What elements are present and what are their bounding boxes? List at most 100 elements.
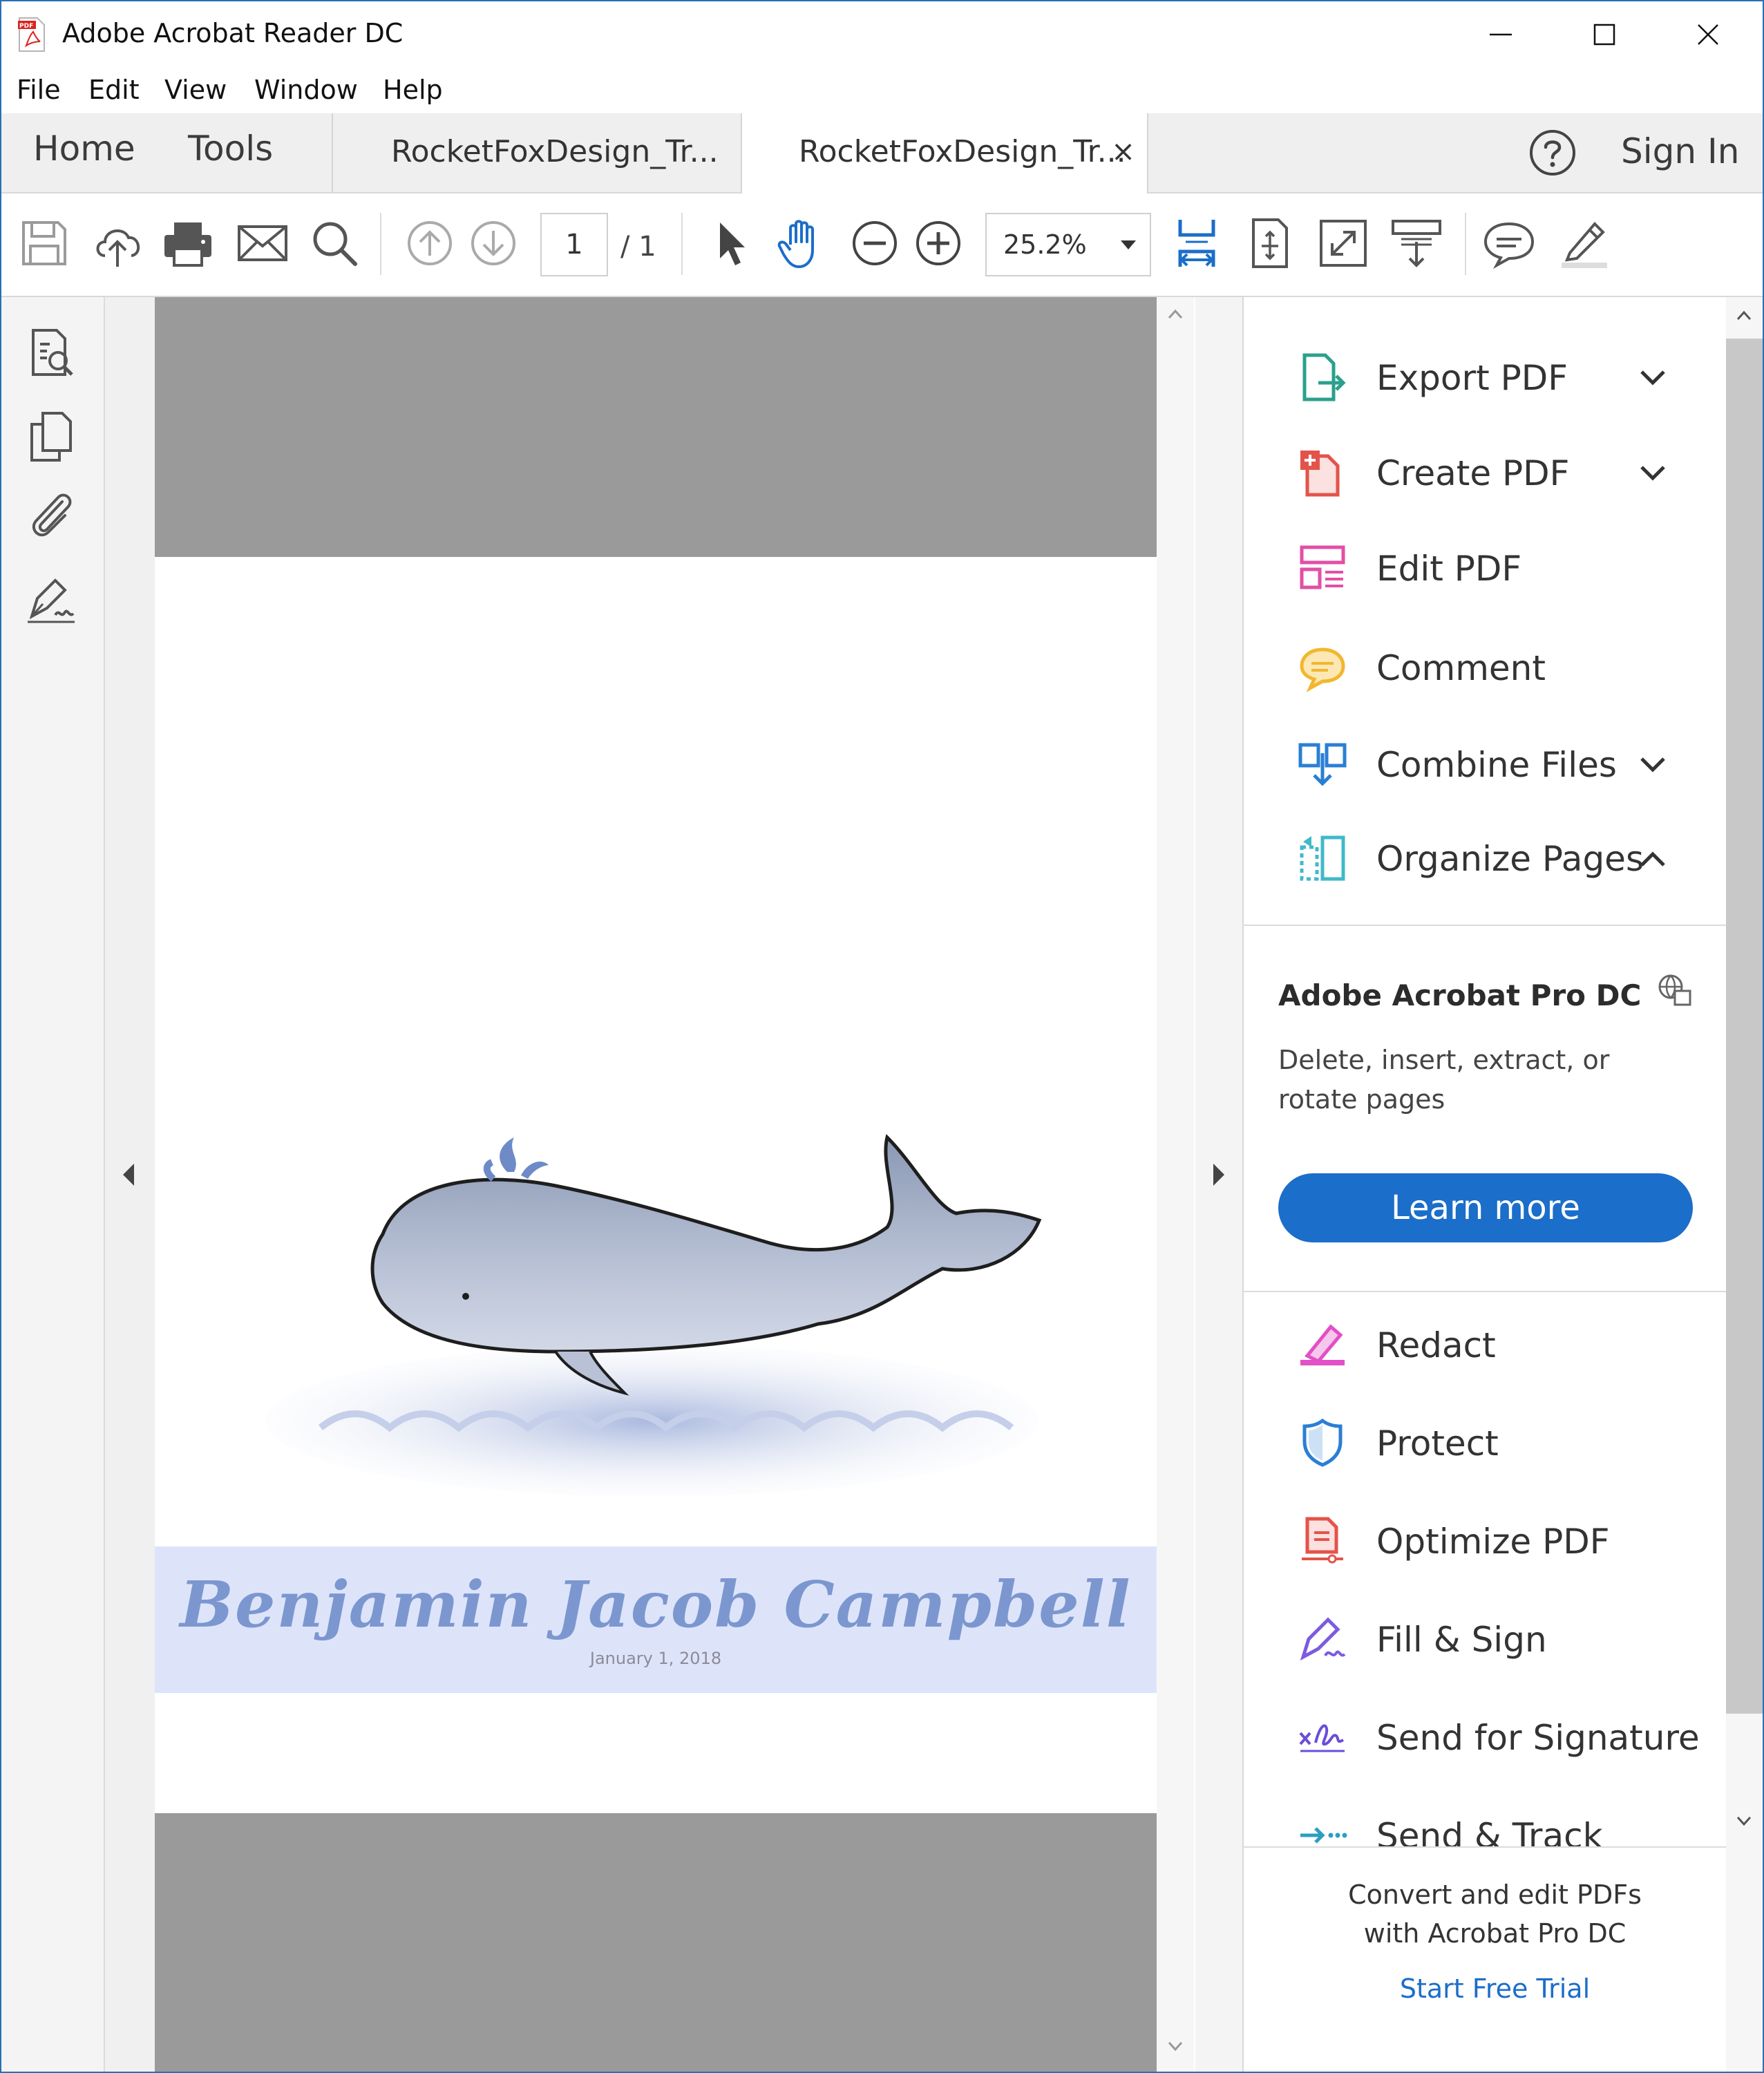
promo-description: Delete, insert, extract, or rotate pages xyxy=(1278,1045,1610,1115)
tool-optimize-pdf[interactable]: Optimize PDF xyxy=(1244,1506,1746,1575)
scroll-down-icon[interactable] xyxy=(1168,2041,1183,2052)
page-thumbnails-button[interactable] xyxy=(22,325,80,383)
chevron-up-icon[interactable] xyxy=(1639,850,1667,868)
tools-pane-scrollbar[interactable] xyxy=(1726,297,1763,2072)
tool-combine-files[interactable]: Combine Files xyxy=(1244,730,1746,799)
tool-label: Protect xyxy=(1376,1423,1499,1464)
zoom-out-button[interactable] xyxy=(846,214,904,272)
optimize-pdf-icon xyxy=(1302,1517,1343,1564)
start-free-trial-link[interactable]: Start Free Trial xyxy=(1244,1973,1746,2004)
divider xyxy=(1244,925,1746,926)
scroll-mode-icon xyxy=(1392,220,1441,267)
select-arrow-icon xyxy=(720,223,745,265)
help-button[interactable] xyxy=(1528,129,1577,177)
document-tab[interactable]: RocketFoxDesign_Tr... xyxy=(332,113,742,192)
scroll-up-icon[interactable] xyxy=(1736,310,1752,321)
menu-help[interactable]: Help xyxy=(383,75,443,105)
signatures-button[interactable] xyxy=(22,571,80,629)
nav-tools[interactable]: Tools xyxy=(188,129,273,169)
next-page-button[interactable] xyxy=(464,214,522,272)
maximize-button[interactable] xyxy=(1556,1,1653,68)
menu-view[interactable]: View xyxy=(164,75,227,105)
hand-tool-button[interactable] xyxy=(774,214,832,272)
question-icon xyxy=(1530,130,1575,176)
scrolling-mode-button[interactable] xyxy=(1387,214,1445,272)
search-icon xyxy=(313,222,357,266)
document-tab-active[interactable]: RocketFoxDesign_Tr... × xyxy=(741,113,1148,193)
scroll-down-icon[interactable] xyxy=(1736,1816,1752,1827)
copy-pages-button[interactable] xyxy=(22,408,80,466)
chevron-down-icon[interactable] xyxy=(1639,464,1667,482)
upgrade-promo: Convert and edit PDFs with Acrobat Pro D… xyxy=(1244,1846,1746,2072)
page-number-input[interactable]: 1 xyxy=(540,213,608,276)
fit-page-button[interactable] xyxy=(1241,214,1299,272)
pdf-page: Benjamin Jacob Campbell January 1, 2018 xyxy=(155,557,1157,1813)
tool-redact[interactable]: Redact xyxy=(1244,1310,1746,1379)
print-icon xyxy=(164,223,211,267)
redact-icon xyxy=(1300,1324,1345,1365)
tool-protect[interactable]: Protect xyxy=(1244,1408,1746,1477)
toolbar: 1 / 1 25.2% xyxy=(1,193,1763,297)
child-name: Benjamin Jacob Campbell xyxy=(180,1567,1132,1642)
collapse-left-pane-icon[interactable] xyxy=(120,1162,137,1187)
tool-edit-pdf[interactable]: Edit PDF xyxy=(1244,533,1746,603)
tool-send-track[interactable]: Send & Track xyxy=(1244,1801,1746,1846)
find-button[interactable] xyxy=(305,214,363,272)
tool-create-pdf[interactable]: Create PDF xyxy=(1244,438,1746,507)
print-button[interactable] xyxy=(159,214,217,272)
globe-icon[interactable] xyxy=(1656,972,1693,1009)
fill-sign-icon xyxy=(1300,1617,1346,1661)
zoom-out-icon xyxy=(853,221,897,265)
document-background-bottom xyxy=(155,1813,1157,2072)
zoom-value: 25.2% xyxy=(1003,229,1087,260)
document-scrollbar[interactable] xyxy=(1157,297,1194,2072)
upgrade-line-1: Convert and edit PDFs xyxy=(1348,1880,1642,1910)
attachments-button[interactable] xyxy=(22,485,80,543)
menu-window[interactable]: Window xyxy=(254,75,358,105)
select-tool-button[interactable] xyxy=(701,214,759,272)
upgrade-line-2: with Acrobat Pro DC xyxy=(1363,1918,1627,1949)
comment-button[interactable] xyxy=(1480,214,1538,272)
name-banner: Benjamin Jacob Campbell January 1, 2018 xyxy=(155,1546,1157,1693)
email-button[interactable] xyxy=(234,214,292,272)
tool-label: Edit PDF xyxy=(1376,549,1522,589)
previous-page-button[interactable] xyxy=(401,214,459,272)
scrollbar-thumb[interactable] xyxy=(1726,339,1763,1714)
page-total: / 1 xyxy=(620,231,656,263)
tab-close-icon[interactable]: × xyxy=(1111,134,1135,168)
fit-width-button[interactable] xyxy=(1168,214,1226,272)
nav-home[interactable]: Home xyxy=(33,129,135,169)
expand-right-pane-icon[interactable] xyxy=(1211,1162,1227,1187)
learn-more-button[interactable]: Learn more xyxy=(1278,1173,1693,1242)
cloud-upload-icon xyxy=(96,229,140,267)
save-button[interactable] xyxy=(15,214,73,272)
tab-bar: Home Tools RocketFoxDesign_Tr... RocketF… xyxy=(1,113,1763,193)
tool-organize-pages[interactable]: Organize Pages xyxy=(1244,824,1746,893)
highlight-button[interactable] xyxy=(1555,214,1613,272)
page-up-icon xyxy=(408,221,452,265)
sign-in-link[interactable]: Sign In xyxy=(1621,131,1739,171)
tool-export-pdf[interactable]: Export PDF xyxy=(1244,343,1746,412)
tool-fill-sign[interactable]: Fill & Sign xyxy=(1244,1605,1746,1674)
scroll-up-icon[interactable] xyxy=(1168,308,1183,319)
combine-files-icon xyxy=(1298,743,1347,786)
chevron-down-icon[interactable] xyxy=(1639,369,1667,387)
shield-icon xyxy=(1302,1418,1343,1467)
highlight-pen-icon xyxy=(1562,222,1607,268)
chevron-down-icon[interactable] xyxy=(1639,756,1667,774)
upload-button[interactable] xyxy=(88,214,146,272)
zoom-select[interactable]: 25.2% xyxy=(985,213,1151,276)
create-pdf-icon xyxy=(1300,451,1340,497)
full-screen-button[interactable] xyxy=(1314,214,1372,272)
menu-edit[interactable]: Edit xyxy=(88,75,140,105)
acrobat-app-icon: PDF xyxy=(17,17,47,53)
menu-file[interactable]: File xyxy=(17,75,61,105)
send-track-icon xyxy=(1300,1827,1347,1844)
close-window-button[interactable] xyxy=(1660,1,1756,68)
tool-send-for-signature[interactable]: Send for Signature xyxy=(1244,1703,1746,1772)
tool-comment[interactable]: Comment xyxy=(1244,633,1746,702)
zoom-in-button[interactable] xyxy=(909,214,967,272)
minimize-button[interactable] xyxy=(1452,1,1549,68)
tool-label: Send for Signature xyxy=(1376,1718,1700,1758)
tool-label: Optimize PDF xyxy=(1376,1522,1610,1562)
